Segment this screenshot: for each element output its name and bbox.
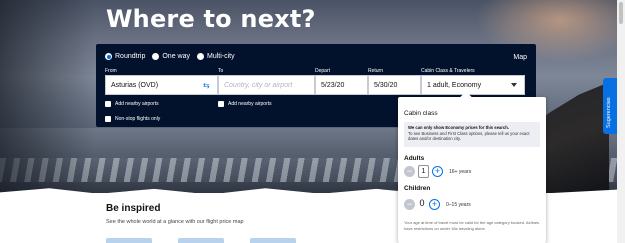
be-inspired-subtitle: See the whole world at a glance with our… — [106, 219, 244, 225]
return-input[interactable]: 5/30/20 — [368, 75, 421, 95]
checkbox-icon[interactable] — [105, 116, 111, 122]
swap-icon[interactable]: ⇆ — [203, 81, 210, 90]
inspiration-card[interactable] — [250, 238, 296, 243]
cabin-class-title: Cabin class — [404, 110, 438, 117]
scrollbar[interactable] — [617, 0, 625, 243]
from-label: From — [105, 68, 117, 74]
inspiration-card[interactable] — [178, 238, 224, 243]
checkbox-icon[interactable] — [105, 101, 111, 107]
cabin-travelers-select[interactable]: 1 adult, Economy — [421, 75, 525, 95]
adults-count[interactable]: 1 — [418, 165, 429, 178]
children-stepper: − 0 + 0–15 years — [404, 198, 471, 211]
cabin-travelers-label: Cabin Class & Travelers — [421, 68, 475, 74]
radio-selected-icon[interactable] — [105, 53, 112, 60]
children-label: Children — [404, 185, 431, 192]
radio-icon[interactable] — [196, 53, 204, 60]
trip-roundtrip[interactable]: Roundtrip — [105, 53, 145, 60]
caret-down-icon — [511, 83, 517, 87]
depart-input[interactable]: 5/23/20 — [315, 75, 368, 95]
adults-stepper: − 1 + 16+ years — [404, 165, 471, 178]
depart-value: 5/23/20 — [321, 81, 345, 89]
children-minus-button[interactable]: − — [404, 199, 415, 210]
return-label: Return — [368, 68, 384, 74]
hero-title: Where to next? — [106, 5, 316, 33]
to-placeholder: Country, city or airport — [224, 81, 293, 89]
nearby-from-checkbox[interactable]: Add nearby airports — [105, 101, 159, 107]
trip-one-way-label: One way — [162, 53, 190, 60]
nonstop-checkbox[interactable]: Non-stop flights only — [105, 116, 160, 122]
trip-roundtrip-label: Roundtrip — [115, 53, 146, 60]
checkbox-icon[interactable] — [218, 101, 224, 107]
nonstop-label: Non-stop flights only — [115, 116, 161, 122]
nearby-from-label: Add nearby airports — [115, 101, 159, 107]
children-age-range: 0–15 years — [446, 201, 471, 208]
children-plus-button[interactable]: + — [429, 199, 440, 210]
to-input[interactable]: Country, city or airport — [218, 75, 315, 95]
nearby-to-label: Add nearby airports — [228, 101, 272, 107]
hero-shadow — [0, 0, 95, 193]
scrollbar-thumb[interactable] — [619, 2, 623, 24]
cabin-class-popup: Cabin class We can only show Economy pri… — [398, 97, 546, 243]
be-inspired-heading: Be inspired — [106, 203, 161, 214]
radio-icon[interactable] — [152, 53, 160, 60]
to-label: To — [218, 68, 224, 74]
adults-plus-button[interactable]: + — [432, 166, 443, 177]
inspiration-card[interactable] — [106, 238, 152, 243]
adults-minus-button[interactable]: − — [404, 166, 415, 177]
adults-label: Adults — [404, 155, 425, 162]
trip-multi-city-label: Multi-city — [206, 53, 235, 60]
age-note: Your age at time of travel must be valid… — [404, 220, 540, 231]
trip-multi-city[interactable]: Multi-city — [196, 53, 235, 60]
return-value: 5/30/20 — [374, 81, 398, 89]
children-count: 0 — [419, 198, 425, 208]
from-value: Asturias (OVD) — [111, 81, 159, 89]
notice-text: To see Business and First Class options,… — [408, 130, 530, 142]
suggestions-tab-label: Sugerencias — [606, 97, 612, 128]
notice-heading: We can only show Economy prices for this… — [408, 125, 509, 130]
trip-type-selector: Roundtrip One way Multi-city — [105, 53, 235, 60]
economy-notice: We can only show Economy prices for this… — [404, 122, 540, 147]
cabin-travelers-value: 1 adult, Economy — [427, 81, 482, 89]
from-input[interactable]: Asturias (OVD) — [105, 75, 218, 95]
trip-one-way[interactable]: One way — [152, 53, 190, 60]
map-link[interactable]: Map — [513, 54, 527, 61]
suggestions-tab[interactable]: Sugerencias — [603, 78, 617, 134]
inspiration-cards — [106, 238, 316, 243]
page: Where to next? Roundtrip One way Multi-c… — [0, 0, 625, 243]
nearby-to-checkbox[interactable]: Add nearby airports — [218, 101, 272, 107]
depart-label: Depart — [315, 68, 331, 74]
adults-age-range: 16+ years — [449, 168, 472, 175]
